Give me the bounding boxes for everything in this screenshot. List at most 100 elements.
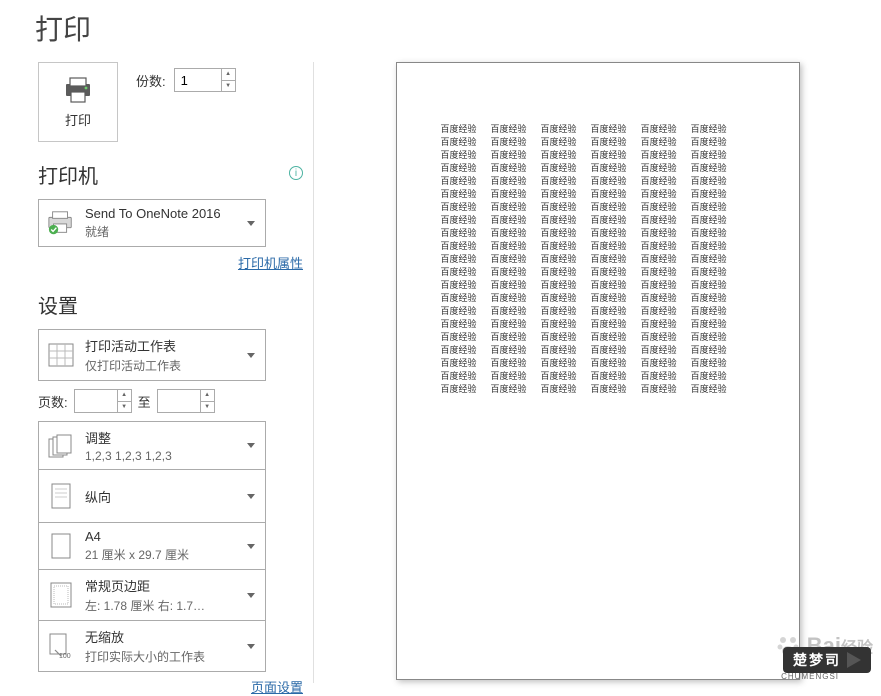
preview-cell: 百度经验: [691, 253, 727, 266]
scaling-sub: 打印实际大小的工作表: [85, 648, 237, 665]
print-button[interactable]: 打印: [38, 62, 118, 142]
preview-row: 百度经验百度经验百度经验百度经验百度经验百度经验: [441, 331, 755, 344]
preview-content: 百度经验百度经验百度经验百度经验百度经验百度经验百度经验百度经验百度经验百度经验…: [441, 123, 755, 396]
preview-cell: 百度经验: [591, 344, 627, 357]
printer-status-icon: [47, 209, 75, 237]
preview-cell: 百度经验: [591, 292, 627, 305]
preview-row: 百度经验百度经验百度经验百度经验百度经验百度经验: [441, 370, 755, 383]
preview-cell: 百度经验: [591, 123, 627, 136]
preview-cell: 百度经验: [641, 175, 677, 188]
preview-cell: 百度经验: [541, 266, 577, 279]
spinner-down-icon[interactable]: ▼: [222, 81, 235, 92]
preview-cell: 百度经验: [441, 266, 477, 279]
preview-cell: 百度经验: [691, 370, 727, 383]
preview-cell: 百度经验: [641, 370, 677, 383]
spinner-up-icon[interactable]: ▲: [201, 390, 214, 402]
preview-cell: 百度经验: [691, 175, 727, 188]
orientation-dropdown[interactable]: 纵向: [38, 469, 266, 523]
preview-cell: 百度经验: [491, 123, 527, 136]
preview-cell: 百度经验: [641, 188, 677, 201]
pages-to-input[interactable]: [158, 390, 200, 412]
preview-cell: 百度经验: [541, 383, 577, 396]
preview-row: 百度经验百度经验百度经验百度经验百度经验百度经验: [441, 383, 755, 396]
preview-cell: 百度经验: [541, 188, 577, 201]
preview-cell: 百度经验: [541, 305, 577, 318]
preview-cell: 百度经验: [491, 344, 527, 357]
preview-cell: 百度经验: [591, 227, 627, 240]
preview-cell: 百度经验: [591, 318, 627, 331]
preview-cell: 百度经验: [541, 136, 577, 149]
printer-section-header: 打印机 i: [38, 160, 313, 189]
spinner-down-icon[interactable]: ▼: [201, 402, 214, 413]
printer-properties-link[interactable]: 打印机属性: [238, 256, 303, 271]
preview-cell: 百度经验: [441, 331, 477, 344]
print-what-dropdown[interactable]: 打印活动工作表 仅打印活动工作表: [38, 329, 266, 381]
preview-cell: 百度经验: [641, 253, 677, 266]
preview-row: 百度经验百度经验百度经验百度经验百度经验百度经验: [441, 266, 755, 279]
margins-icon: [47, 581, 75, 609]
preview-cell: 百度经验: [541, 201, 577, 214]
preview-cell: 百度经验: [491, 214, 527, 227]
collation-dropdown[interactable]: 调整 1,2,3 1,2,3 1,2,3: [38, 421, 266, 470]
preview-cell: 百度经验: [491, 188, 527, 201]
svg-text:100: 100: [59, 653, 71, 659]
preview-cell: 百度经验: [591, 240, 627, 253]
preview-cell: 百度经验: [441, 227, 477, 240]
triangle-icon: [847, 652, 861, 668]
preview-cell: 百度经验: [491, 162, 527, 175]
preview-cell: 百度经验: [641, 331, 677, 344]
preview-cell: 百度经验: [441, 318, 477, 331]
info-icon[interactable]: i: [289, 166, 303, 180]
preview-cell: 百度经验: [591, 305, 627, 318]
preview-row: 百度经验百度经验百度经验百度经验百度经验百度经验: [441, 188, 755, 201]
preview-cell: 百度经验: [641, 227, 677, 240]
copies-input[interactable]: [175, 69, 221, 91]
scaling-icon: 100: [47, 632, 75, 660]
preview-cell: 百度经验: [691, 214, 727, 227]
page-title: 打印: [0, 0, 881, 62]
badge-sub: CHUMENGSI: [781, 672, 839, 681]
preview-cell: 百度经验: [591, 162, 627, 175]
preview-cell: 百度经验: [641, 149, 677, 162]
print-settings-panel: 打印 份数: ▲ ▼ 打印机 i: [0, 62, 314, 683]
preview-row: 百度经验百度经验百度经验百度经验百度经验百度经验: [441, 279, 755, 292]
preview-row: 百度经验百度经验百度经验百度经验百度经验百度经验: [441, 357, 755, 370]
print-what-title: 打印活动工作表: [85, 336, 237, 355]
preview-cell: 百度经验: [541, 123, 577, 136]
preview-cell: 百度经验: [691, 162, 727, 175]
preview-cell: 百度经验: [591, 370, 627, 383]
pages-to-spinner[interactable]: ▲ ▼: [157, 389, 215, 413]
paper-dropdown[interactable]: A4 21 厘米 x 29.7 厘米: [38, 522, 266, 570]
copies-spinner[interactable]: ▲ ▼: [174, 68, 236, 92]
preview-cell: 百度经验: [491, 227, 527, 240]
pages-from-spinner[interactable]: ▲ ▼: [74, 389, 132, 413]
preview-cell: 百度经验: [591, 253, 627, 266]
preview-cell: 百度经验: [591, 383, 627, 396]
preview-cell: 百度经验: [441, 175, 477, 188]
spinner-up-icon[interactable]: ▲: [118, 390, 131, 402]
page-setup-link[interactable]: 页面设置: [251, 680, 303, 695]
preview-cell: 百度经验: [441, 370, 477, 383]
printer-dropdown[interactable]: Send To OneNote 2016 就绪: [38, 199, 266, 247]
preview-cell: 百度经验: [541, 331, 577, 344]
preview-row: 百度经验百度经验百度经验百度经验百度经验百度经验: [441, 240, 755, 253]
chevron-down-icon: [247, 593, 255, 598]
spinner-down-icon[interactable]: ▼: [118, 402, 131, 413]
badge: 楚梦司: [783, 647, 871, 673]
preview-cell: 百度经验: [641, 357, 677, 370]
preview-cell: 百度经验: [491, 383, 527, 396]
preview-cell: 百度经验: [441, 383, 477, 396]
scaling-dropdown[interactable]: 100 无缩放 打印实际大小的工作表: [38, 620, 266, 672]
preview-cell: 百度经验: [491, 136, 527, 149]
preview-row: 百度经验百度经验百度经验百度经验百度经验百度经验: [441, 305, 755, 318]
preview-cell: 百度经验: [491, 240, 527, 253]
preview-cell: 百度经验: [691, 318, 727, 331]
copies-label: 份数:: [136, 71, 166, 90]
pages-from-input[interactable]: [75, 390, 117, 412]
preview-cell: 百度经验: [691, 240, 727, 253]
preview-row: 百度经验百度经验百度经验百度经验百度经验百度经验: [441, 162, 755, 175]
preview-row: 百度经验百度经验百度经验百度经验百度经验百度经验: [441, 175, 755, 188]
margins-dropdown[interactable]: 常规页边距 左: 1.78 厘米 右: 1.7…: [38, 569, 266, 621]
spinner-up-icon[interactable]: ▲: [222, 69, 235, 81]
preview-cell: 百度经验: [591, 357, 627, 370]
